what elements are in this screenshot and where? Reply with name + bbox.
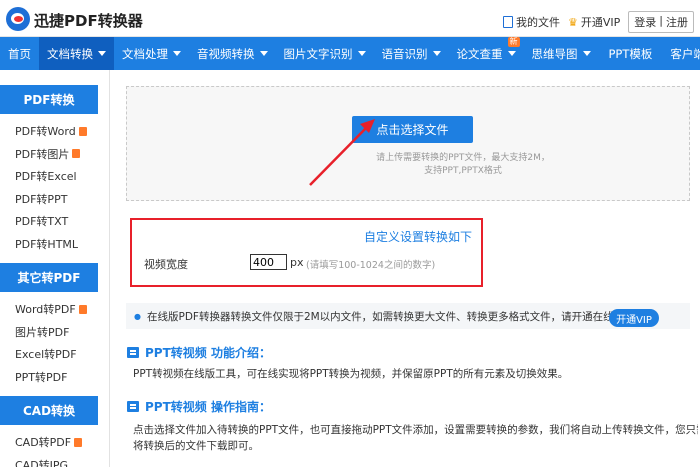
upload-hint-line1: 请上传需要转换的PPT文件，最大支持2M， — [376, 153, 550, 163]
hot-badge-icon — [78, 126, 87, 136]
nav-item-document-convert[interactable]: 文档转换 — [39, 37, 114, 70]
intro-text: PPT转视频在线版工具，可在线实现将PPT转换为视频，并保留原PPT的所有元素及… — [133, 368, 569, 380]
sidebar-item-label: PDF转图片 — [15, 147, 70, 161]
bullet-icon: ● — [134, 311, 141, 321]
open-vip-button[interactable]: 开通VIP — [609, 309, 659, 327]
caret-down-icon — [582, 51, 591, 56]
sidebar-item-word-to-pdf[interactable]: Word转PDF — [0, 298, 109, 321]
new-badge: 新 — [507, 37, 520, 47]
open-vip-link[interactable]: ♛ 开通VIP — [568, 14, 620, 30]
sidebar-heading-other-to-pdf[interactable]: 其它转PDF — [0, 263, 98, 292]
nav-label: 文档转换 — [47, 46, 93, 61]
login-separator: | — [659, 14, 663, 27]
sidebar-item-label: PDF转TXT — [15, 215, 69, 229]
nav-label: 图片文字识别 — [283, 46, 353, 61]
guide-text-line1: 点击选择文件加入待转换的PPT文件，也可直接拖动PPT文件添加，设置需要转换的参… — [133, 424, 698, 436]
nav-item-document-process[interactable]: 文档处理 — [114, 37, 189, 70]
upload-hint-line2: 支持PPT,PPTX格式 — [424, 166, 502, 176]
app-title[interactable]: 迅捷PDF转换器 — [34, 10, 143, 31]
nav-item-plagiarism[interactable]: 论文查重新 — [449, 37, 524, 70]
sidebar-item-label: PDF转Excel — [15, 170, 77, 184]
my-files-link[interactable]: 我的文件 — [503, 14, 560, 30]
top-right-links: 我的文件 ♛ 开通VIP 登录 | 注册 — [503, 11, 694, 33]
sidebar-heading-pdf-convert[interactable]: PDF转换 — [0, 85, 98, 114]
hot-badge-icon — [74, 437, 83, 447]
upload-drop-zone[interactable] — [126, 86, 690, 201]
guide-text-line2: 将转换后的文件下载即可。 — [133, 440, 259, 452]
intro-title: PPT转视频 功能介绍： — [145, 346, 271, 360]
sidebar-item-label: 图片转PDF — [15, 325, 70, 339]
sidebar-heading-cad-convert[interactable]: CAD转换 — [0, 396, 98, 425]
guide-text: 点击选择文件加入待转换的PPT文件，也可直接拖动PPT文件添加，设置需要转换的参… — [133, 422, 698, 454]
nav-label: 音视频转换 — [197, 46, 255, 61]
register-link[interactable]: 注册 — [666, 14, 688, 30]
sidebar-item-image-to-pdf[interactable]: 图片转PDF — [0, 321, 109, 344]
video-width-input[interactable] — [250, 254, 287, 270]
nav-label: 首页 — [8, 46, 31, 61]
caret-down-icon — [357, 51, 366, 56]
hot-badge-icon — [78, 304, 87, 314]
crown-icon: ♛ — [568, 15, 578, 29]
guide-heading: PPT转视频 操作指南： — [127, 398, 271, 415]
sidebar-item-pdf-to-txt[interactable]: PDF转TXT — [0, 210, 109, 233]
login-register-box: 登录 | 注册 — [628, 11, 694, 33]
top-header: 迅捷PDF转换器 我的文件 ♛ 开通VIP 登录 | 注册 — [0, 0, 700, 37]
sidebar-item-excel-to-pdf[interactable]: Excel转PDF — [0, 343, 109, 366]
intro-icon — [127, 347, 139, 358]
caret-down-icon — [507, 51, 516, 56]
upload-hint: 请上传需要转换的PPT文件，最大支持2M， 支持PPT,PPTX格式 — [126, 152, 690, 178]
select-file-button[interactable]: 点击选择文件 — [352, 116, 473, 143]
sidebar-item-pdf-to-word[interactable]: PDF转Word — [0, 120, 109, 143]
nav-label: PPT模板 — [608, 46, 653, 61]
my-files-label: 我的文件 — [516, 16, 560, 29]
sidebar: PDF转换 PDF转Word PDF转图片 PDF转Excel PDF转PPT … — [0, 70, 110, 467]
login-link[interactable]: 登录 — [634, 14, 656, 30]
caret-down-icon — [259, 51, 268, 56]
caret-down-icon — [98, 51, 106, 56]
nav-item-ppt-template[interactable]: PPT模板 — [599, 37, 663, 70]
guide-icon — [127, 401, 139, 412]
sidebar-item-pdf-to-ppt[interactable]: PDF转PPT — [0, 188, 109, 211]
sidebar-item-label: CAD转PDF — [15, 436, 72, 450]
main-nav: 首页 文档转换 文档处理 音视频转换 图片文字识别 语音识别 论文查重新 思维导… — [0, 37, 700, 70]
sidebar-item-label: PDF转HTML — [15, 237, 79, 251]
nav-label: 思维导图 — [531, 46, 578, 61]
video-width-label: 视频宽度 — [144, 258, 188, 271]
sidebar-item-label: CAD转JPG — [15, 458, 69, 467]
intro-heading: PPT转视频 功能介绍： — [127, 344, 271, 361]
caret-down-icon — [432, 51, 441, 56]
sidebar-item-cad-to-pdf[interactable]: CAD转PDF — [0, 431, 109, 454]
sidebar-item-label: PDF转Word — [15, 125, 76, 139]
sidebar-item-cad-to-jpg[interactable]: CAD转JPG — [0, 454, 109, 467]
nav-item-mindmap[interactable]: 思维导图 — [524, 37, 599, 70]
hot-badge-icon — [72, 149, 81, 159]
app-logo-icon[interactable] — [6, 7, 30, 31]
video-width-unit: px — [290, 256, 304, 269]
nav-item-ocr[interactable]: 图片文字识别 — [276, 37, 374, 70]
sidebar-item-pdf-to-html[interactable]: PDF转HTML — [0, 233, 109, 256]
open-vip-label: 开通VIP — [580, 16, 621, 29]
sidebar-item-pdf-to-image[interactable]: PDF转图片 — [0, 143, 109, 166]
nav-item-home[interactable]: 首页 — [0, 37, 39, 70]
sidebar-item-label: PPT转PDF — [15, 370, 68, 384]
nav-label: 客户端 — [670, 46, 700, 61]
sidebar-item-label: Word转PDF — [15, 303, 76, 317]
nav-item-av-convert[interactable]: 音视频转换 — [189, 37, 276, 70]
settings-title: 自定义设置转换如下 — [364, 230, 473, 244]
nav-item-speech[interactable]: 语音识别 — [374, 37, 449, 70]
sidebar-item-label: PDF转PPT — [15, 192, 68, 206]
sidebar-item-pdf-to-excel[interactable]: PDF转Excel — [0, 165, 109, 188]
guide-title: PPT转视频 操作指南： — [145, 400, 271, 414]
notice-bar: ● 在线版PDF转换器转换文件仅限于2M以内文件，如需转换更大文件、转换更多格式… — [126, 303, 690, 329]
caret-down-icon — [173, 51, 181, 56]
nav-label: 论文查重 — [456, 46, 503, 61]
nav-label: 文档处理 — [122, 46, 168, 61]
nav-item-client[interactable]: 客户端 — [662, 37, 700, 70]
sidebar-item-ppt-to-pdf[interactable]: PPT转PDF — [0, 366, 109, 389]
nav-label: 语音识别 — [381, 46, 428, 61]
sidebar-item-label: Excel转PDF — [15, 348, 77, 362]
notice-text: 在线版PDF转换器转换文件仅限于2M以内文件，如需转换更大文件、转换更多格式文件… — [146, 310, 656, 323]
video-width-hint: (请填写100-1024之间的数字) — [306, 260, 436, 271]
document-icon — [503, 16, 513, 28]
